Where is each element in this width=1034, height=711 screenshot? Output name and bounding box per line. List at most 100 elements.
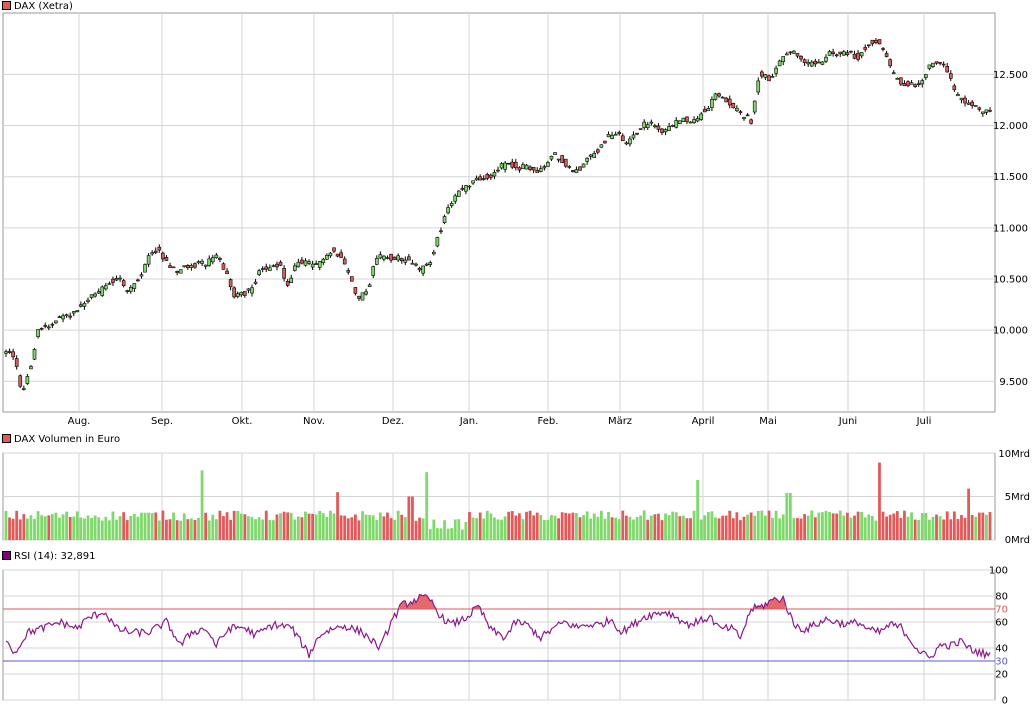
volume-bar <box>699 519 703 540</box>
volume-bar <box>418 517 421 540</box>
volume-bar <box>724 515 728 540</box>
candle <box>592 150 597 158</box>
candle <box>620 133 625 141</box>
candle <box>186 264 190 270</box>
volume-bar <box>838 510 842 540</box>
candle <box>792 50 796 54</box>
volume-bar <box>828 512 831 540</box>
candle <box>852 50 857 60</box>
candle <box>207 255 212 267</box>
volume-bar <box>760 510 764 540</box>
candle <box>870 39 875 47</box>
volume-bar <box>58 517 61 540</box>
volume-bar <box>496 519 500 540</box>
candle <box>193 262 197 269</box>
candle <box>735 105 739 112</box>
volume-bar <box>257 517 261 540</box>
volume-bar <box>307 513 311 540</box>
volume-bar <box>428 529 432 540</box>
volume-bar <box>382 516 386 540</box>
candle <box>14 355 19 370</box>
candle <box>421 265 425 277</box>
volume-bar <box>86 515 90 540</box>
candle <box>143 263 147 273</box>
volume-bar <box>507 511 511 540</box>
volume-bar <box>785 493 789 540</box>
volume-bar <box>888 514 892 540</box>
candle <box>856 49 860 62</box>
volume-bar <box>403 517 407 540</box>
candle <box>806 59 810 68</box>
candle <box>538 165 543 173</box>
volume-bar <box>849 517 853 540</box>
rsi-y-tick-label: 0 <box>1002 696 1008 707</box>
volume-bar <box>653 514 657 540</box>
candle <box>674 117 679 129</box>
candle <box>774 65 778 77</box>
candle <box>392 256 397 261</box>
volume-bar <box>321 513 325 540</box>
x-tick-label: Feb. <box>538 416 559 427</box>
volume-bar <box>870 515 874 540</box>
candle <box>859 52 864 59</box>
candle <box>125 289 130 294</box>
candle <box>874 38 878 45</box>
volume-bar <box>706 512 710 540</box>
candle <box>296 258 301 268</box>
candle <box>635 132 639 136</box>
volume-bar <box>250 516 254 540</box>
candle <box>446 204 450 215</box>
volume-bar <box>610 517 614 540</box>
volume-bar <box>407 496 411 540</box>
candle <box>702 106 707 113</box>
x-tick-label: April <box>692 416 715 427</box>
candle <box>941 61 946 68</box>
candle <box>724 96 728 103</box>
volume-bar <box>863 517 867 540</box>
candle <box>275 261 279 271</box>
volume-bar <box>50 514 54 540</box>
volume-bar <box>710 511 714 540</box>
volume-bar <box>575 513 578 540</box>
volume-bar <box>981 512 985 540</box>
candle <box>706 106 711 112</box>
candle <box>467 185 472 190</box>
candle <box>339 249 343 258</box>
candle <box>877 39 882 45</box>
volume-bar <box>339 515 343 540</box>
volume-bar <box>15 510 19 540</box>
candle <box>7 348 12 354</box>
volume-bar <box>628 516 632 540</box>
volume-bar <box>585 511 589 540</box>
candle <box>788 51 793 56</box>
candle <box>25 373 30 385</box>
candle <box>200 259 204 266</box>
volume-bar <box>18 519 22 540</box>
volume-bar <box>75 511 79 540</box>
candle <box>46 324 51 331</box>
volume-bar <box>967 488 971 540</box>
volume-bar <box>414 520 418 540</box>
candle <box>631 131 636 141</box>
candle <box>973 105 978 107</box>
candle <box>884 50 889 58</box>
candle <box>150 250 154 256</box>
candle <box>752 100 757 115</box>
candle <box>802 58 807 67</box>
volume-bar <box>596 516 600 540</box>
volume-bar <box>835 513 839 540</box>
rsi-overbought-fill <box>754 596 785 609</box>
candle <box>510 158 515 170</box>
candle <box>61 313 65 323</box>
volume-bar <box>29 515 33 540</box>
candle <box>264 263 269 273</box>
candle <box>228 278 233 291</box>
candle <box>111 276 115 286</box>
volume-bar <box>386 512 389 540</box>
candle <box>695 115 700 123</box>
rsi-y-tick-label: 20 <box>995 670 1008 681</box>
rsi-y-tick-label: 100 <box>989 566 1008 577</box>
volume-bar <box>831 513 835 540</box>
rsi-y-tick-label: 80 <box>995 592 1008 603</box>
volume-bar <box>186 519 190 540</box>
